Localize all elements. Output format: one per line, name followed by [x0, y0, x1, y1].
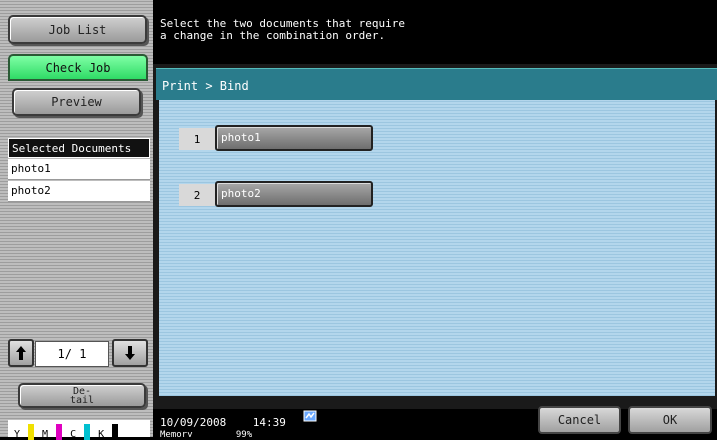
document-button-photo1[interactable]: photo1 [215, 125, 373, 151]
selected-document-item[interactable]: photo2 [8, 181, 150, 202]
page-indicator: 1/ 1 [35, 341, 109, 367]
network-icon [303, 410, 317, 422]
preview-button[interactable]: Preview [12, 88, 141, 116]
toner-bar-c [84, 424, 91, 440]
arrow-up-icon [16, 346, 26, 360]
toner-label-m: M [42, 429, 49, 440]
selected-document-item[interactable]: photo1 [8, 159, 150, 180]
selected-documents-header: Selected Documents [8, 138, 150, 158]
job-list-button[interactable]: Job List [8, 15, 147, 44]
scroll-up-button[interactable] [8, 339, 34, 367]
memory-status: Memory 99% [160, 430, 253, 437]
toner-bar-k [112, 424, 119, 440]
toner-label-k: K [98, 429, 105, 440]
cancel-button[interactable]: Cancel [538, 406, 621, 434]
document-number: 1 [179, 128, 215, 150]
ok-button[interactable]: OK [628, 406, 712, 434]
instruction-message: Select the two documents that require a … [160, 17, 406, 42]
document-number: 2 [179, 184, 215, 206]
toner-levels: Y M C K [14, 424, 119, 440]
breadcrumb: Print > Bind [156, 68, 717, 100]
toner-label-c: C [70, 429, 77, 440]
toner-bar-m [56, 424, 63, 440]
detail-button[interactable]: De- tail [18, 383, 146, 408]
check-job-tab[interactable]: Check Job [8, 54, 148, 81]
document-button-photo2[interactable]: photo2 [215, 181, 373, 207]
scroll-down-button[interactable] [112, 339, 148, 367]
date-time: 10/09/2008 14:39 [160, 416, 286, 429]
toner-label-y: Y [14, 429, 21, 440]
toner-bar-y [28, 424, 35, 440]
arrow-down-icon [125, 346, 135, 360]
